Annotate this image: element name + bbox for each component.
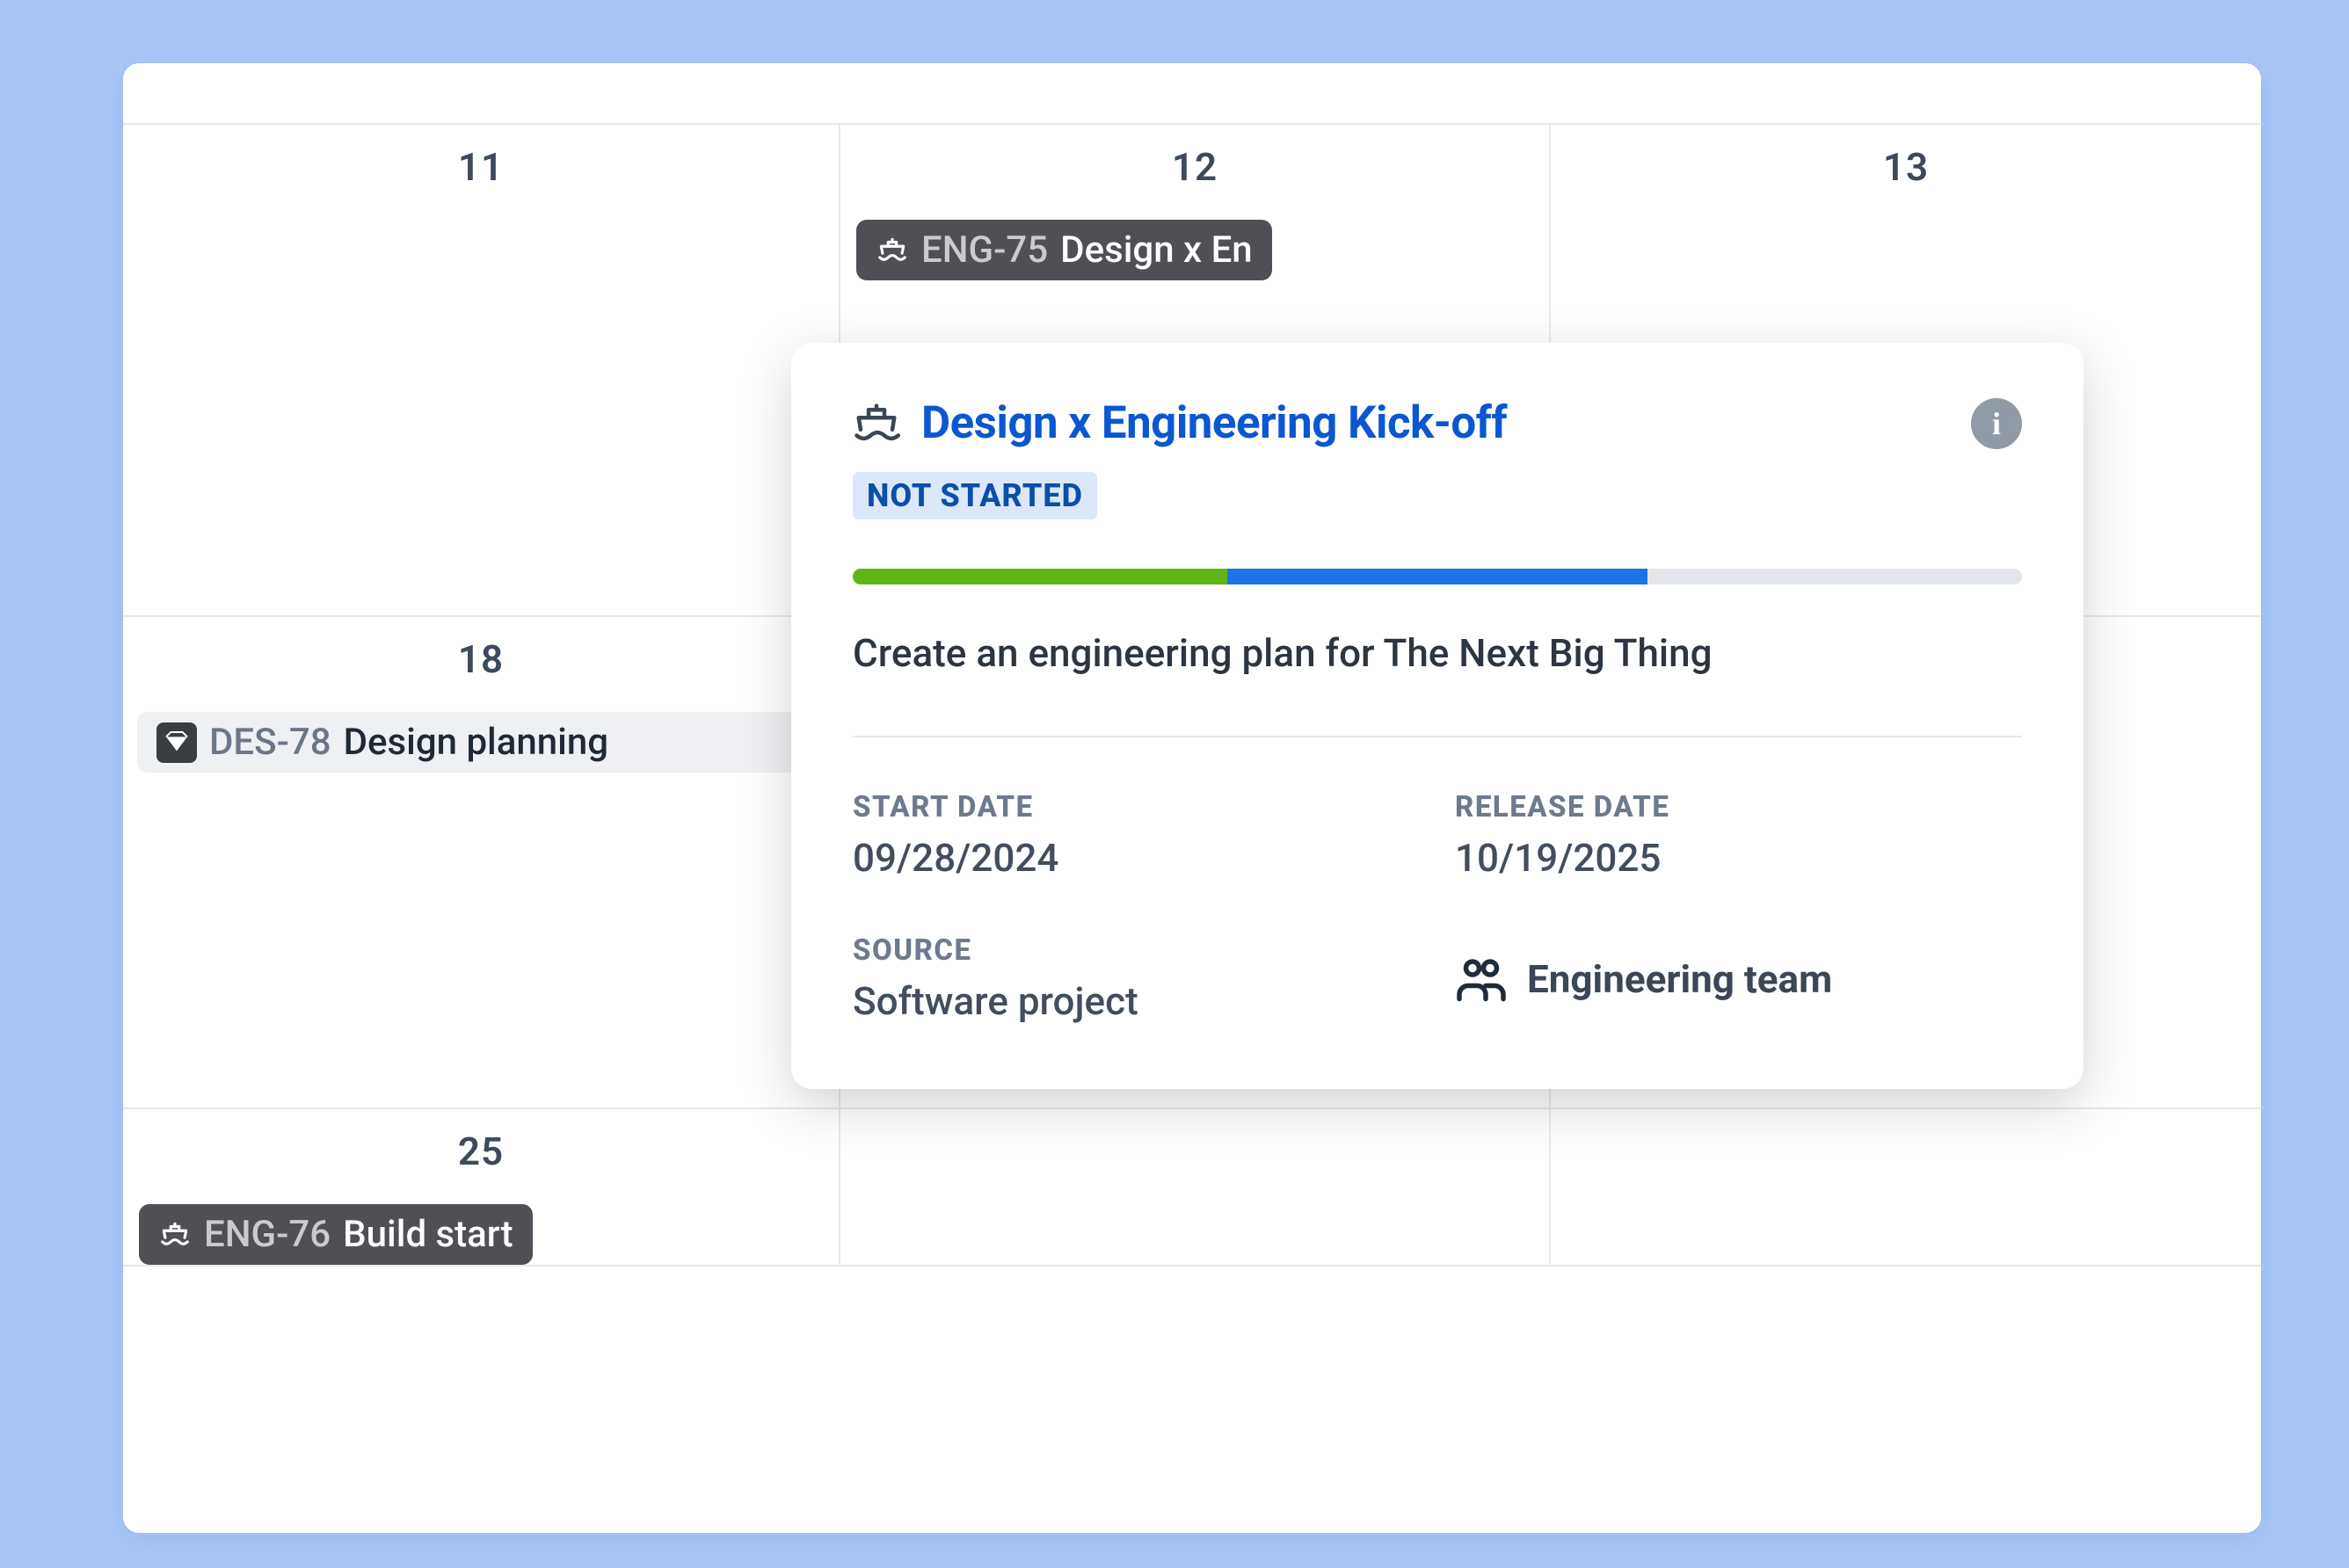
day-number: 11 <box>123 144 839 190</box>
calendar-header <box>123 63 2261 125</box>
progress-bar <box>853 569 2022 584</box>
day-number: 13 <box>1551 144 2261 190</box>
status-badge: NOT STARTED <box>853 472 1097 519</box>
event-popover: Design x Engineering Kick-off i NOT STAR… <box>791 343 2084 1089</box>
day-cell-25[interactable]: 25 ENG-76 Build start <box>123 1109 840 1267</box>
event-eng-76[interactable]: ENG-76 Build start <box>139 1204 533 1265</box>
popover-details: START DATE 09/28/2024 RELEASE DATE 10/19… <box>853 790 2022 1024</box>
day-number: 18 <box>123 636 839 682</box>
day-cell[interactable] <box>840 1109 1551 1267</box>
start-date-value: 09/28/2024 <box>853 835 1420 881</box>
divider <box>853 736 2022 737</box>
source-value: Software project <box>853 978 1420 1024</box>
event-key: DES-78 <box>209 721 331 764</box>
day-cell-11[interactable]: 11 <box>123 125 840 617</box>
event-title: Design planning <box>344 721 608 764</box>
start-date-block: START DATE 09/28/2024 <box>853 790 1420 881</box>
event-eng-75[interactable]: ENG-75 Design x En <box>856 220 1272 280</box>
team-block[interactable]: Engineering team <box>1455 933 2022 1024</box>
event-title: Build start <box>343 1213 513 1256</box>
progress-inprogress-segment <box>1227 569 1648 584</box>
event-key: ENG-76 <box>204 1213 331 1256</box>
progress-done-segment <box>853 569 1227 584</box>
release-date-label: RELEASE DATE <box>1455 790 2022 824</box>
day-number: 12 <box>840 144 1549 190</box>
ship-icon <box>876 234 909 267</box>
info-icon[interactable]: i <box>1971 398 2022 449</box>
event-des-78[interactable]: DES-78 Design planning <box>137 712 823 773</box>
ship-icon <box>853 400 900 447</box>
day-cell[interactable] <box>1551 1109 2261 1267</box>
ship-icon <box>158 1218 192 1252</box>
source-block: SOURCE Software project <box>853 933 1420 1024</box>
release-date-value: 10/19/2025 <box>1455 835 2022 881</box>
day-cell-18[interactable]: 18 DES-78 Design planning <box>123 617 840 1109</box>
team-name: Engineering team <box>1527 956 1832 1002</box>
start-date-label: START DATE <box>853 790 1420 824</box>
release-date-block: RELEASE DATE 10/19/2025 <box>1455 790 2022 881</box>
day-number: 25 <box>123 1129 839 1174</box>
event-title: Design x En <box>1060 229 1253 272</box>
popover-header: Design x Engineering Kick-off i <box>853 397 2022 449</box>
team-icon <box>1455 953 1508 1005</box>
diamond-icon <box>156 722 197 763</box>
popover-description: Create an engineering plan for The Next … <box>853 630 2022 676</box>
source-label: SOURCE <box>853 933 1420 968</box>
event-key: ENG-75 <box>921 229 1048 272</box>
popover-title[interactable]: Design x Engineering Kick-off <box>921 397 1507 449</box>
